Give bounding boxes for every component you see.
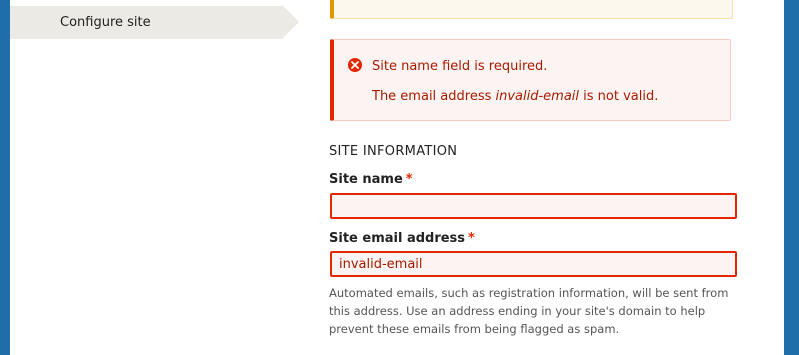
sidebar-step-configure-site: Configure site — [10, 6, 299, 39]
error-email-suffix: is not valid. — [579, 89, 659, 104]
error-site-name-required: Site name field is required. — [372, 59, 548, 74]
error-email-invalid: The email address invalid-email is not v… — [372, 89, 658, 104]
warning-message — [330, 0, 733, 19]
site-email-help: Automated emails, such as registration i… — [329, 286, 729, 336]
site-name-label-text: Site name — [329, 172, 403, 187]
section-title: SITE INFORMATION — [329, 144, 458, 159]
required-marker: * — [405, 172, 413, 187]
sidebar-step-label: Configure site — [60, 15, 151, 30]
error-email-value: invalid-email — [495, 89, 580, 104]
site-email-label: Site email address * — [329, 231, 475, 246]
site-email-input[interactable] — [330, 251, 737, 277]
error-icon — [348, 58, 362, 72]
site-name-input[interactable] — [330, 193, 737, 219]
error-email-prefix: The email address — [372, 89, 496, 104]
installer-page: Configure site Site name field is requir… — [10, 0, 784, 355]
site-name-label: Site name * — [329, 172, 413, 187]
required-marker: * — [468, 231, 475, 246]
site-email-label-text: Site email address — [329, 231, 466, 246]
error-message: Site name field is required. The email a… — [330, 39, 731, 121]
